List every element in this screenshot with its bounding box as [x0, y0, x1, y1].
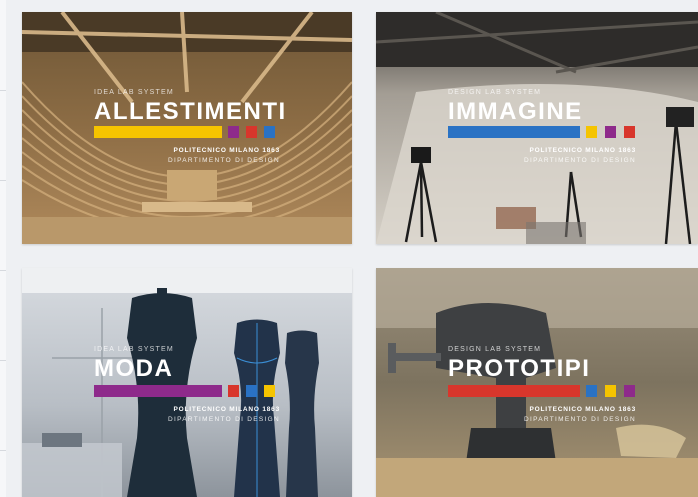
color-square — [264, 385, 275, 397]
card-kicker: IDEA LAB SYSTEM — [94, 346, 174, 353]
card-title: MODA — [94, 355, 174, 382]
color-square — [586, 126, 597, 138]
card-kicker: DESIGN LAB SYSTEM — [448, 89, 542, 96]
color-square — [605, 385, 616, 397]
card-immagine[interactable]: DESIGN LAB SYSTEM IMMAGINE POLITECNICO M… — [376, 12, 698, 244]
color-square — [605, 126, 616, 138]
color-square — [264, 126, 275, 138]
card-overlay: DESIGN LAB SYSTEM IMMAGINE POLITECNICO M… — [376, 12, 698, 244]
color-square — [586, 385, 597, 397]
color-bar — [94, 126, 222, 138]
left-edge-strip — [0, 0, 6, 497]
card-allestimenti[interactable]: IDEA LAB SYSTEM ALLESTIMENTI POLITECNICO… — [22, 12, 352, 244]
color-bar — [94, 385, 222, 397]
color-bar — [448, 385, 580, 397]
card-overlay: IDEA LAB SYSTEM MODA POLITECNICO MILANO … — [22, 268, 352, 497]
color-square — [228, 385, 239, 397]
org-label: POLITECNICO MILANO 1863 — [529, 147, 636, 154]
org-label: POLITECNICO MILANO 1863 — [173, 147, 280, 154]
color-square — [228, 126, 239, 138]
card-overlay: IDEA LAB SYSTEM ALLESTIMENTI POLITECNICO… — [22, 12, 352, 244]
dept-label: DIPARTIMENTO DI DESIGN — [523, 157, 636, 164]
card-title: IMMAGINE — [448, 98, 583, 125]
org-label: POLITECNICO MILANO 1863 — [529, 406, 636, 413]
card-overlay: DESIGN LAB SYSTEM PROTOTIPI POLITECNICO … — [376, 268, 698, 497]
org-label: POLITECNICO MILANO 1863 — [173, 406, 280, 413]
card-title: ALLESTIMENTI — [94, 98, 287, 125]
dept-label: DIPARTIMENTO DI DESIGN — [523, 416, 636, 423]
card-kicker: IDEA LAB SYSTEM — [94, 89, 174, 96]
dept-label: DIPARTIMENTO DI DESIGN — [167, 416, 280, 423]
dept-label: DIPARTIMENTO DI DESIGN — [167, 157, 280, 164]
color-bar — [448, 126, 580, 138]
color-square — [246, 126, 257, 138]
color-square — [624, 126, 635, 138]
color-square — [624, 385, 635, 397]
card-kicker: DESIGN LAB SYSTEM — [448, 346, 542, 353]
card-moda[interactable]: IDEA LAB SYSTEM MODA POLITECNICO MILANO … — [22, 268, 352, 497]
card-title: PROTOTIPI — [448, 355, 591, 382]
color-square — [246, 385, 257, 397]
card-prototipi[interactable]: DESIGN LAB SYSTEM PROTOTIPI POLITECNICO … — [376, 268, 698, 497]
